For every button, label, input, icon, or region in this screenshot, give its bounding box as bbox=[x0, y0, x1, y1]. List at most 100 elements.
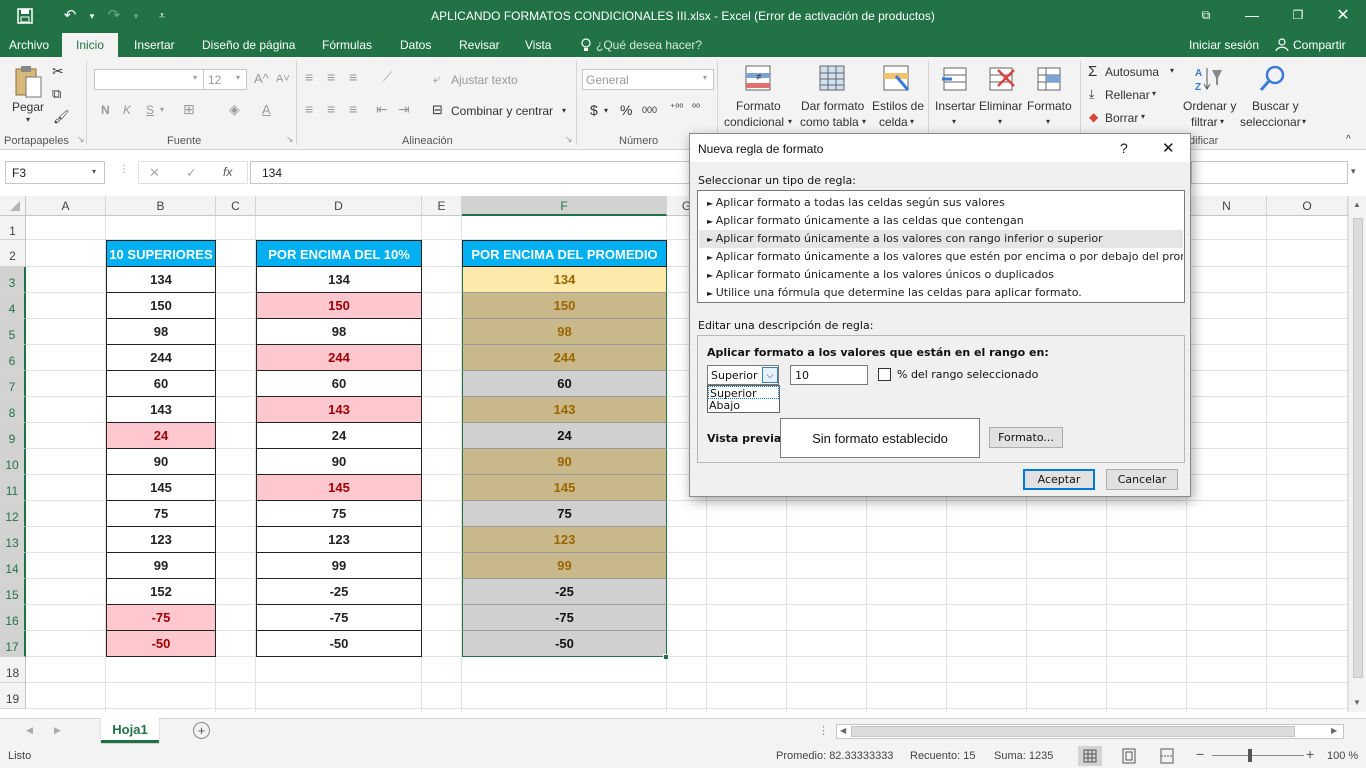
row-header-4[interactable]: 4 bbox=[0, 293, 26, 319]
fill-down-icon[interactable]: ⤓ bbox=[1089, 87, 1094, 102]
header-cell-b[interactable]: 10 SUPERIORES bbox=[106, 240, 216, 267]
borders-icon[interactable]: ⊞ bbox=[183, 101, 195, 118]
autosum-dropdown-icon[interactable]: ▾ bbox=[1170, 66, 1174, 75]
thousands-button[interactable]: 000 bbox=[642, 105, 657, 115]
scroll-down-icon[interactable]: ▼ bbox=[1353, 698, 1361, 707]
collapse-ribbon-icon[interactable]: ^ bbox=[1346, 134, 1351, 145]
align-top-icon[interactable]: ≡ bbox=[305, 69, 313, 85]
tab-vista[interactable]: Vista bbox=[525, 38, 551, 52]
delete-cells-button[interactable]: Eliminar bbox=[979, 99, 1022, 113]
column-header-f[interactable]: F bbox=[462, 196, 667, 216]
rank-option-superior[interactable]: Superior bbox=[708, 386, 779, 400]
row-header-16[interactable]: 16 bbox=[0, 605, 26, 631]
row-header-6[interactable]: 6 bbox=[0, 345, 26, 371]
tab-diseno-pagina[interactable]: Diseño de página bbox=[202, 38, 295, 52]
conditional-format-dropdown-icon[interactable]: ▾ bbox=[788, 117, 792, 126]
close-icon[interactable]: ✕ bbox=[1320, 0, 1366, 33]
cell-b14[interactable]: 99 bbox=[106, 553, 216, 579]
insert-cells-button[interactable]: Insertar bbox=[935, 99, 976, 113]
row-header-9[interactable]: 9 bbox=[0, 423, 26, 449]
clear-button[interactable]: Borrar bbox=[1105, 111, 1138, 125]
vertical-scrollbar[interactable]: ▲ ▼ bbox=[1348, 196, 1366, 712]
font-size-dropdown-icon[interactable]: ▾ bbox=[236, 73, 240, 82]
ok-button[interactable]: Aceptar bbox=[1023, 469, 1095, 490]
row-header-15[interactable]: 15 bbox=[0, 579, 26, 605]
cell-f9[interactable]: 24 bbox=[462, 423, 667, 449]
sign-in-link[interactable]: Iniciar sesión bbox=[1189, 38, 1259, 52]
decrease-decimal-icon[interactable]: ⁰⁰ bbox=[692, 103, 700, 114]
autosum-button[interactable]: Autosuma bbox=[1105, 65, 1159, 79]
format-table-dropdown-icon[interactable]: ▾ bbox=[862, 117, 866, 126]
confirm-entry-icon[interactable]: ✓ bbox=[186, 165, 197, 181]
cell-f6[interactable]: 244 bbox=[462, 345, 667, 371]
page-layout-view-icon[interactable] bbox=[1118, 746, 1140, 766]
format-table-icon[interactable] bbox=[818, 64, 848, 94]
cell-f14[interactable]: 99 bbox=[462, 553, 667, 579]
cell-f3[interactable]: 134 bbox=[462, 267, 667, 293]
fill-handle[interactable] bbox=[663, 654, 669, 660]
column-header-o[interactable]: O bbox=[1267, 196, 1348, 216]
cell-b11[interactable]: 145 bbox=[106, 475, 216, 501]
cell-b17[interactable]: -50 bbox=[106, 631, 216, 657]
cell-b16[interactable]: -75 bbox=[106, 605, 216, 631]
cell-b5[interactable]: 98 bbox=[106, 319, 216, 345]
share-button[interactable]: Compartir bbox=[1293, 38, 1346, 52]
formula-input-right[interactable] bbox=[1191, 161, 1348, 184]
rank-dropdown-list[interactable]: Superior Abajo bbox=[707, 385, 780, 413]
font-color-icon[interactable]: A bbox=[262, 102, 271, 117]
column-header-e[interactable]: E bbox=[422, 196, 462, 216]
find-select-label-2[interactable]: seleccionar bbox=[1240, 115, 1301, 129]
row-header-2[interactable]: 2 bbox=[0, 240, 26, 267]
cell-b15[interactable]: 152 bbox=[106, 579, 216, 605]
tab-datos[interactable]: Datos bbox=[400, 38, 431, 52]
dialog-close-icon[interactable]: ✕ bbox=[1162, 139, 1175, 157]
cell-f4[interactable]: 150 bbox=[462, 293, 667, 319]
decrease-indent-icon[interactable]: ⇤ bbox=[376, 101, 388, 118]
format-dropdown-icon[interactable]: ▾ bbox=[1046, 117, 1050, 126]
cell-d13[interactable]: 123 bbox=[256, 527, 422, 553]
percent-checkbox-label[interactable]: % del rango seleccionado bbox=[897, 368, 1038, 381]
tab-inicio[interactable]: Inicio bbox=[62, 33, 119, 57]
cell-d12[interactable]: 75 bbox=[256, 501, 422, 527]
cell-d11[interactable]: 145 bbox=[256, 475, 422, 501]
font-launcher-icon[interactable]: ↘ bbox=[286, 134, 294, 145]
sort-filter-icon[interactable]: AZ bbox=[1194, 64, 1224, 94]
cell-d7[interactable]: 60 bbox=[256, 371, 422, 397]
cut-icon[interactable]: ✂ bbox=[52, 63, 64, 80]
sort-filter-label-1[interactable]: Ordenar y bbox=[1183, 99, 1236, 113]
currency-button[interactable]: $ bbox=[590, 102, 598, 118]
zoom-slider[interactable] bbox=[1212, 755, 1304, 756]
cell-d10[interactable]: 90 bbox=[256, 449, 422, 475]
rule-type-item[interactable]: ► Aplicar formato únicamente a los valor… bbox=[699, 266, 1183, 284]
cell-d15[interactable]: -25 bbox=[256, 579, 422, 605]
conditional-format-icon[interactable]: ≠ bbox=[744, 64, 774, 94]
cell-b13[interactable]: 123 bbox=[106, 527, 216, 553]
next-sheet-icon[interactable]: ▶ bbox=[54, 725, 61, 736]
rank-select[interactable]: Superior ⌵ bbox=[707, 365, 779, 385]
row-header-7[interactable]: 7 bbox=[0, 371, 26, 397]
paste-dropdown-icon[interactable]: ▾ bbox=[26, 115, 30, 124]
format-cells-button[interactable]: Formato bbox=[1027, 99, 1072, 113]
number-format-dropdown-icon[interactable]: ▾ bbox=[703, 73, 707, 82]
format-cells-icon[interactable] bbox=[1034, 64, 1064, 94]
row-header-12[interactable]: 12 bbox=[0, 501, 26, 527]
row-header-18[interactable]: 18 bbox=[0, 657, 26, 683]
row-header-10[interactable]: 10 bbox=[0, 449, 26, 475]
merge-center-icon[interactable]: ⊟ bbox=[432, 102, 443, 118]
rule-type-list[interactable]: ► Aplicar formato a todas las celdas seg… bbox=[697, 190, 1185, 303]
rule-type-item[interactable]: ► Aplicar formato únicamente a los valor… bbox=[699, 248, 1183, 266]
sort-filter-dropdown-icon[interactable]: ▾ bbox=[1220, 117, 1224, 126]
insert-cells-icon[interactable] bbox=[940, 64, 970, 94]
align-bottom-icon[interactable]: ≡ bbox=[349, 69, 357, 85]
column-header-b[interactable]: B bbox=[106, 196, 216, 216]
cell-f17[interactable]: -50 bbox=[462, 631, 667, 657]
row-header-11[interactable]: 11 bbox=[0, 475, 26, 501]
cell-f12[interactable]: 75 bbox=[462, 501, 667, 527]
format-painter-icon[interactable]: 🖌 bbox=[53, 109, 70, 125]
select-all-corner[interactable] bbox=[0, 196, 26, 216]
help-button[interactable]: ? bbox=[1120, 140, 1128, 156]
zoom-in-icon[interactable]: + bbox=[1306, 746, 1314, 762]
cell-d5[interactable]: 98 bbox=[256, 319, 422, 345]
orientation-icon[interactable]: ⟋ bbox=[383, 69, 392, 85]
scroll-left-icon[interactable]: ◀ bbox=[840, 726, 846, 735]
